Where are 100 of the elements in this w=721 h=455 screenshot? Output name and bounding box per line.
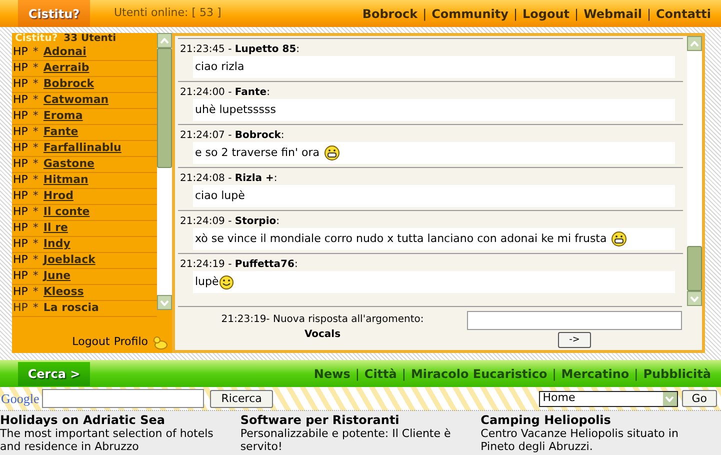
separator: |: [552, 366, 556, 382]
message-text: xò se vince il mondiale corro nudo x tutta lanciano con adonai ke mi frusta: [195, 230, 607, 247]
homepage-link[interactable]: HP: [13, 44, 28, 61]
user-name-link[interactable]: Gastone: [43, 156, 95, 173]
separator: |: [646, 6, 651, 22]
scrollbar-thumb[interactable]: [157, 48, 172, 168]
bullet: *: [32, 236, 38, 252]
scroll-down-button[interactable]: [687, 291, 702, 306]
duck-icon: [152, 336, 168, 350]
nav-link[interactable]: Città: [364, 364, 397, 382]
scroll-up-button[interactable]: [157, 33, 172, 48]
bullet: *: [32, 172, 38, 188]
bullet: *: [32, 252, 38, 268]
homepage-link[interactable]: HP: [13, 108, 28, 125]
separator: |: [422, 6, 427, 22]
user-name-link[interactable]: Catwoman: [43, 92, 109, 109]
nav-link[interactable]: Bobrock: [362, 4, 418, 22]
footer-link[interactable]: Profilo: [114, 334, 148, 350]
message-header: 21:24:00 - Fante:: [180, 86, 271, 99]
scroll-down-button[interactable]: [157, 295, 172, 310]
nav-link[interactable]: Miracolo Eucaristico: [410, 364, 548, 382]
scroll-up-button[interactable]: [687, 36, 702, 51]
user-name-link[interactable]: Fante: [43, 124, 78, 141]
message-text: uhè lupetsssss: [195, 102, 276, 118]
bullet: *: [32, 140, 38, 156]
homepage-link[interactable]: HP: [13, 124, 28, 141]
user-name-link[interactable]: Hrod: [43, 188, 74, 205]
ad-text: Centro Vacanze Heliopolis situato in Pineto degli Abruzzi.: [480, 427, 680, 453]
bullet: *: [32, 76, 38, 92]
message-text: lupè: [195, 274, 219, 290]
message-text: ciao rizla: [195, 58, 244, 75]
message-header: 21:24:08 - Rizla +:: [180, 172, 278, 185]
user-name-link[interactable]: Farfallinablu: [43, 140, 122, 157]
search-field[interactable]: [42, 389, 204, 408]
nav-link[interactable]: Pubblicità: [643, 364, 711, 382]
nav-link[interactable]: Community: [432, 4, 508, 22]
ad-text: The most important selection of hotels and residence in Abruzzo: [0, 427, 214, 453]
homepage-link[interactable]: HP: [13, 156, 28, 173]
nav-link[interactable]: Mercatino: [561, 364, 630, 382]
section-dropdown[interactable]: Home: [538, 390, 678, 406]
user-name-link[interactable]: June: [43, 268, 71, 285]
message-input[interactable]: [467, 311, 682, 330]
homepage-link[interactable]: HP: [13, 284, 28, 301]
user-name-link[interactable]: Aerraib: [43, 60, 90, 77]
message-text: e so 2 traverse fin' ora: [195, 144, 320, 161]
homepage-link[interactable]: HP: [13, 252, 28, 269]
ad-title-link[interactable]: Holidays on Adriatic Sea: [0, 413, 240, 427]
bullet: *: [32, 156, 38, 172]
user-count: 33 Utenti: [64, 33, 116, 45]
bullet: *: [32, 300, 38, 316]
ad-title-link[interactable]: Software per Ristoranti: [240, 413, 481, 427]
bullet: *: [32, 108, 38, 124]
user-name-link[interactable]: Indy: [43, 236, 70, 253]
user-name-link[interactable]: Il conte: [43, 204, 90, 221]
bullet: *: [32, 124, 38, 140]
message-header: 21:24:07 - Bobrock:: [180, 129, 286, 142]
homepage-link[interactable]: HP: [13, 204, 28, 221]
homepage-link[interactable]: HP: [13, 268, 28, 285]
separator: |: [402, 366, 406, 382]
homepage-link[interactable]: HP: [13, 188, 28, 205]
message-header: 21:24:19 - Puffetta76:: [180, 258, 299, 271]
search-logo: Google: [1, 390, 40, 408]
message-header: 21:24:09 - Storpio:: [180, 215, 281, 228]
bullet: *: [32, 44, 38, 60]
panel-title: Cistitu?: [15, 33, 58, 45]
scrollbar-thumb[interactable]: [687, 246, 702, 291]
user-name-link[interactable]: Bobrock: [43, 76, 94, 93]
nav-link[interactable]: News: [314, 364, 350, 382]
search-button[interactable]: Ricerca: [210, 390, 273, 408]
user-name-link[interactable]: Il re: [43, 220, 68, 237]
nav-link[interactable]: Contatti: [656, 4, 711, 22]
user-name-link[interactable]: Adonai: [43, 44, 86, 61]
separator: |: [574, 6, 579, 22]
bullet: *: [32, 220, 38, 236]
bullet: *: [32, 284, 38, 300]
footer-link[interactable]: Logout: [72, 334, 110, 350]
bullet: *: [32, 60, 38, 76]
message-header: 21:23:45 - Lupetto 85:: [180, 43, 301, 56]
user-name-link[interactable]: Eroma: [43, 108, 83, 125]
separator: |: [513, 6, 518, 22]
homepage-link[interactable]: HP: [13, 172, 28, 189]
homepage-link[interactable]: HP: [13, 220, 28, 237]
user-name-link[interactable]: Hitman: [43, 172, 88, 189]
topic-link[interactable]: Vocals: [178, 327, 467, 342]
homepage-link[interactable]: HP: [13, 236, 28, 253]
nav-link[interactable]: Logout: [522, 4, 570, 22]
homepage-link[interactable]: HP: [13, 92, 28, 109]
send-button[interactable]: ->: [558, 332, 591, 348]
ad-title-link[interactable]: Camping Heliopolis: [480, 413, 721, 427]
bullet: *: [32, 268, 38, 284]
separator: |: [355, 366, 360, 382]
go-button[interactable]: Go: [682, 390, 717, 407]
bullet: *: [32, 204, 38, 220]
notice-text: 21:23:19- Nuova risposta all'argomento:: [221, 314, 424, 325]
homepage-link[interactable]: HP: [13, 76, 28, 93]
homepage-link[interactable]: HP: [13, 60, 28, 77]
homepage-link[interactable]: HP: [13, 140, 28, 157]
user-name-link[interactable]: Kleoss: [43, 284, 84, 301]
nav-link[interactable]: Webmail: [584, 4, 642, 22]
user-name-link[interactable]: Joeblack: [43, 252, 96, 269]
